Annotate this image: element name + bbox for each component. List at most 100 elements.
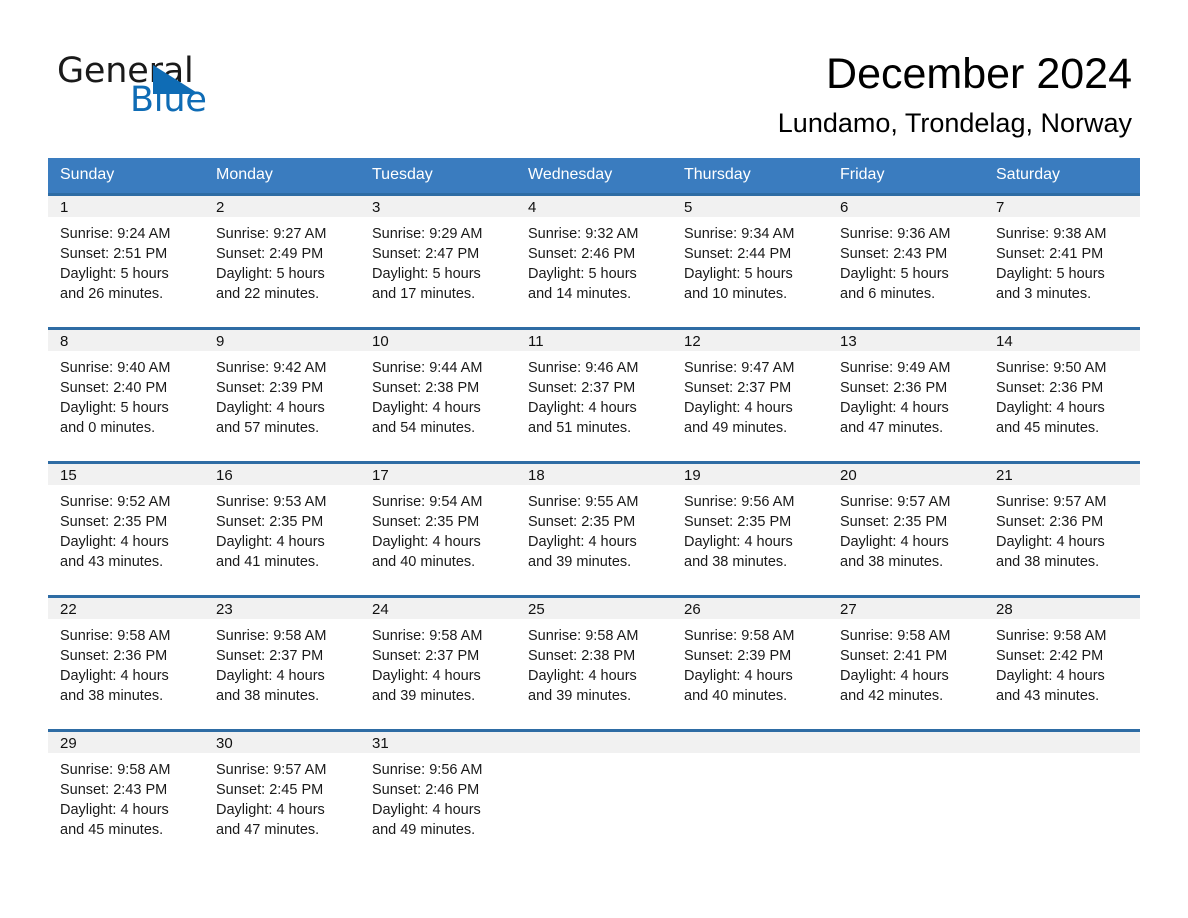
day-cell[interactable]: 12 Sunrise: 9:47 AM Sunset: 2:37 PM Dayl… xyxy=(672,327,828,461)
day-cell[interactable]: 15 Sunrise: 9:52 AM Sunset: 2:35 PM Dayl… xyxy=(48,461,204,595)
calendar-week-row: 1 Sunrise: 9:24 AM Sunset: 2:51 PM Dayli… xyxy=(48,193,1140,327)
sunrise-text: Sunrise: 9:58 AM xyxy=(60,762,171,778)
day-cell[interactable]: 18 Sunrise: 9:55 AM Sunset: 2:35 PM Dayl… xyxy=(516,461,672,595)
day-number: 30 xyxy=(204,729,360,753)
day-cell[interactable]: 1 Sunrise: 9:24 AM Sunset: 2:51 PM Dayli… xyxy=(48,193,204,327)
daylight-text-line2: and 57 minutes. xyxy=(216,420,320,436)
daylight-text-line2: and 43 minutes. xyxy=(60,554,164,570)
daylight-text-line2: and 51 minutes. xyxy=(528,420,632,436)
day-cell[interactable]: 20 Sunrise: 9:57 AM Sunset: 2:35 PM Dayl… xyxy=(828,461,984,595)
day-cell[interactable]: 14 Sunrise: 9:50 AM Sunset: 2:36 PM Dayl… xyxy=(984,327,1140,461)
day-info: Sunrise: 9:40 AM Sunset: 2:40 PM Dayligh… xyxy=(48,351,204,438)
day-cell[interactable]: 3 Sunrise: 9:29 AM Sunset: 2:47 PM Dayli… xyxy=(360,193,516,327)
day-info: Sunrise: 9:49 AM Sunset: 2:36 PM Dayligh… xyxy=(828,351,984,438)
daylight-text-line1: Daylight: 4 hours xyxy=(684,668,793,684)
sunrise-text: Sunrise: 9:53 AM xyxy=(216,494,327,510)
day-number: 31 xyxy=(360,729,516,753)
calendar-table: Sunday Monday Tuesday Wednesday Thursday… xyxy=(48,158,1140,863)
day-cell[interactable]: 22 Sunrise: 9:58 AM Sunset: 2:36 PM Dayl… xyxy=(48,595,204,729)
day-number: 27 xyxy=(828,595,984,619)
daylight-text-line2: and 39 minutes. xyxy=(528,554,632,570)
daylight-text-line2: and 10 minutes. xyxy=(684,286,788,302)
sunset-text: Sunset: 2:37 PM xyxy=(372,648,480,664)
day-cell[interactable]: 8 Sunrise: 9:40 AM Sunset: 2:40 PM Dayli… xyxy=(48,327,204,461)
day-cell[interactable]: 7 Sunrise: 9:38 AM Sunset: 2:41 PM Dayli… xyxy=(984,193,1140,327)
daylight-text-line1: Daylight: 4 hours xyxy=(684,534,793,550)
day-number: 19 xyxy=(672,461,828,485)
weekday-header-sunday: Sunday xyxy=(48,158,204,193)
sunset-text: Sunset: 2:36 PM xyxy=(996,514,1104,530)
daylight-text-line1: Daylight: 5 hours xyxy=(840,266,949,282)
daylight-text-line1: Daylight: 5 hours xyxy=(372,266,481,282)
day-number: 18 xyxy=(516,461,672,485)
daylight-text-line2: and 42 minutes. xyxy=(840,688,944,704)
day-cell[interactable]: 13 Sunrise: 9:49 AM Sunset: 2:36 PM Dayl… xyxy=(828,327,984,461)
day-cell[interactable]: 31 Sunrise: 9:56 AM Sunset: 2:46 PM Dayl… xyxy=(360,729,516,863)
sunrise-text: Sunrise: 9:52 AM xyxy=(60,494,171,510)
sunset-text: Sunset: 2:35 PM xyxy=(372,514,480,530)
day-cell-empty xyxy=(516,729,672,863)
day-info: Sunrise: 9:38 AM Sunset: 2:41 PM Dayligh… xyxy=(984,217,1140,304)
sunrise-text: Sunrise: 9:58 AM xyxy=(996,628,1107,644)
sunrise-text: Sunrise: 9:32 AM xyxy=(528,226,639,242)
day-info: Sunrise: 9:54 AM Sunset: 2:35 PM Dayligh… xyxy=(360,485,516,572)
daylight-text-line1: Daylight: 5 hours xyxy=(60,266,169,282)
day-cell[interactable]: 2 Sunrise: 9:27 AM Sunset: 2:49 PM Dayli… xyxy=(204,193,360,327)
day-number: 23 xyxy=(204,595,360,619)
daylight-text-line1: Daylight: 4 hours xyxy=(60,802,169,818)
day-number: 1 xyxy=(48,193,204,217)
page-header: General Blue December 2024 Lundamo, Tron… xyxy=(0,0,1188,140)
weekday-header-thursday: Thursday xyxy=(672,158,828,193)
day-cell[interactable]: 10 Sunrise: 9:44 AM Sunset: 2:38 PM Dayl… xyxy=(360,327,516,461)
day-number: 22 xyxy=(48,595,204,619)
calendar-page: General Blue December 2024 Lundamo, Tron… xyxy=(0,0,1188,918)
day-cell[interactable]: 28 Sunrise: 9:58 AM Sunset: 2:42 PM Dayl… xyxy=(984,595,1140,729)
daylight-text-line2: and 22 minutes. xyxy=(216,286,320,302)
sunset-text: Sunset: 2:35 PM xyxy=(684,514,792,530)
day-info: Sunrise: 9:53 AM Sunset: 2:35 PM Dayligh… xyxy=(204,485,360,572)
calendar-body: 1 Sunrise: 9:24 AM Sunset: 2:51 PM Dayli… xyxy=(48,193,1140,863)
day-cell[interactable]: 6 Sunrise: 9:36 AM Sunset: 2:43 PM Dayli… xyxy=(828,193,984,327)
day-cell[interactable]: 17 Sunrise: 9:54 AM Sunset: 2:35 PM Dayl… xyxy=(360,461,516,595)
sunrise-text: Sunrise: 9:50 AM xyxy=(996,360,1107,376)
sunset-text: Sunset: 2:49 PM xyxy=(216,246,324,262)
day-cell[interactable]: 27 Sunrise: 9:58 AM Sunset: 2:41 PM Dayl… xyxy=(828,595,984,729)
day-cell[interactable]: 9 Sunrise: 9:42 AM Sunset: 2:39 PM Dayli… xyxy=(204,327,360,461)
calendar-week-row: 15 Sunrise: 9:52 AM Sunset: 2:35 PM Dayl… xyxy=(48,461,1140,595)
daylight-text-line2: and 47 minutes. xyxy=(216,822,320,838)
day-info: Sunrise: 9:24 AM Sunset: 2:51 PM Dayligh… xyxy=(48,217,204,304)
day-cell[interactable]: 29 Sunrise: 9:58 AM Sunset: 2:43 PM Dayl… xyxy=(48,729,204,863)
day-cell[interactable]: 16 Sunrise: 9:53 AM Sunset: 2:35 PM Dayl… xyxy=(204,461,360,595)
day-cell[interactable]: 21 Sunrise: 9:57 AM Sunset: 2:36 PM Dayl… xyxy=(984,461,1140,595)
sunrise-text: Sunrise: 9:38 AM xyxy=(996,226,1107,242)
day-info: Sunrise: 9:58 AM Sunset: 2:38 PM Dayligh… xyxy=(516,619,672,706)
day-cell[interactable]: 30 Sunrise: 9:57 AM Sunset: 2:45 PM Dayl… xyxy=(204,729,360,863)
daylight-text-line1: Daylight: 4 hours xyxy=(996,534,1105,550)
day-number: 2 xyxy=(204,193,360,217)
day-cell[interactable]: 24 Sunrise: 9:58 AM Sunset: 2:37 PM Dayl… xyxy=(360,595,516,729)
day-cell[interactable]: 4 Sunrise: 9:32 AM Sunset: 2:46 PM Dayli… xyxy=(516,193,672,327)
daylight-text-line1: Daylight: 4 hours xyxy=(216,802,325,818)
sunrise-text: Sunrise: 9:56 AM xyxy=(684,494,795,510)
sunrise-text: Sunrise: 9:47 AM xyxy=(684,360,795,376)
sunrise-text: Sunrise: 9:49 AM xyxy=(840,360,951,376)
day-cell[interactable]: 25 Sunrise: 9:58 AM Sunset: 2:38 PM Dayl… xyxy=(516,595,672,729)
day-cell[interactable]: 5 Sunrise: 9:34 AM Sunset: 2:44 PM Dayli… xyxy=(672,193,828,327)
day-cell[interactable]: 19 Sunrise: 9:56 AM Sunset: 2:35 PM Dayl… xyxy=(672,461,828,595)
day-cell[interactable]: 26 Sunrise: 9:58 AM Sunset: 2:39 PM Dayl… xyxy=(672,595,828,729)
daylight-text-line1: Daylight: 4 hours xyxy=(840,534,949,550)
daylight-text-line1: Daylight: 5 hours xyxy=(684,266,793,282)
sunset-text: Sunset: 2:41 PM xyxy=(840,648,948,664)
sunrise-text: Sunrise: 9:24 AM xyxy=(60,226,171,242)
day-cell-empty xyxy=(984,729,1140,863)
sunrise-text: Sunrise: 9:54 AM xyxy=(372,494,483,510)
daylight-text-line2: and 54 minutes. xyxy=(372,420,476,436)
weekday-header-monday: Monday xyxy=(204,158,360,193)
sunrise-text: Sunrise: 9:58 AM xyxy=(684,628,795,644)
day-cell[interactable]: 11 Sunrise: 9:46 AM Sunset: 2:37 PM Dayl… xyxy=(516,327,672,461)
day-cell[interactable]: 23 Sunrise: 9:58 AM Sunset: 2:37 PM Dayl… xyxy=(204,595,360,729)
day-number: 24 xyxy=(360,595,516,619)
sunrise-text: Sunrise: 9:36 AM xyxy=(840,226,951,242)
daylight-text-line2: and 6 minutes. xyxy=(840,286,936,302)
day-info: Sunrise: 9:32 AM Sunset: 2:46 PM Dayligh… xyxy=(516,217,672,304)
